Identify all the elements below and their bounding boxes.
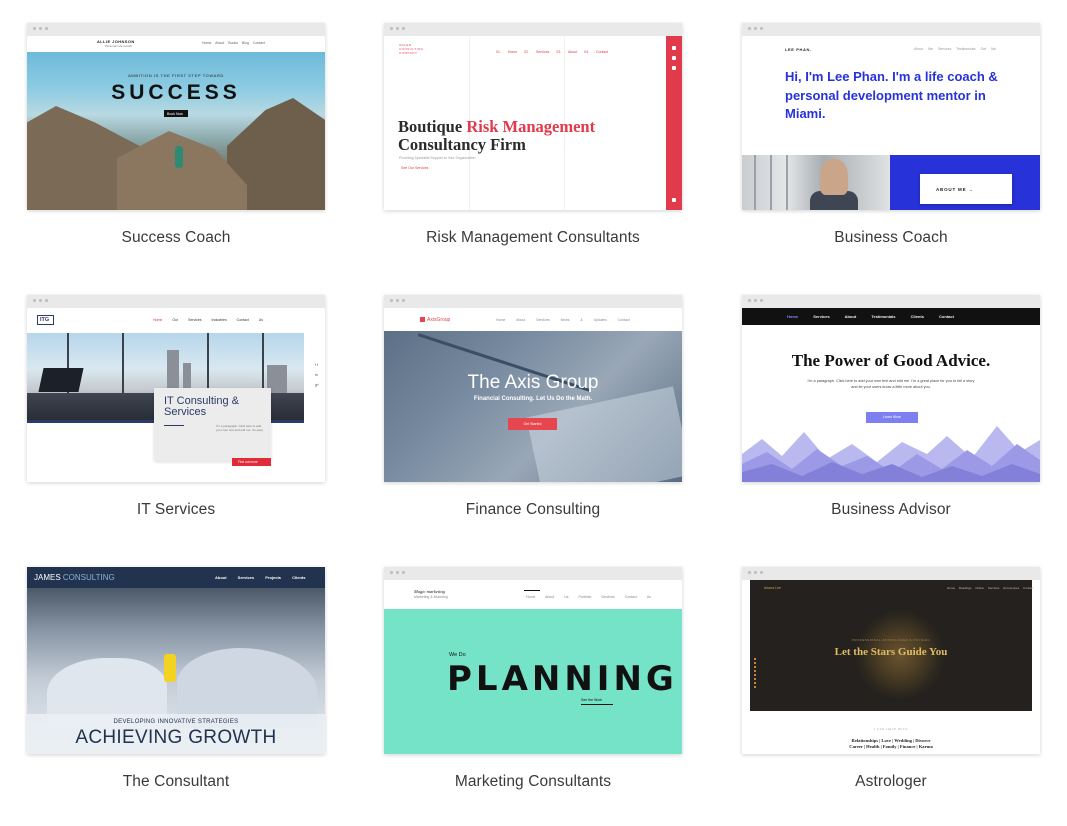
preview-nav: Home About Us Portfolio Services Contact… — [526, 595, 652, 599]
preview-tagline: DEVELOPING INNOVATIVE STRATEGIES — [113, 719, 239, 725]
preview-button: ABOUT ME → — [920, 174, 1012, 204]
template-screenshot: ITG Home Our Services Industries Contact… — [27, 308, 325, 482]
browser-chrome — [384, 295, 682, 308]
template-caption[interactable]: Marketing Consultants — [384, 773, 682, 791]
template-preview-card[interactable]: AxisGroup Home About Services News & Upd… — [384, 295, 682, 482]
template-preview-card[interactable]: ADLER CONSULTING COMPANY 01. Home 02. Se… — [384, 23, 682, 210]
twitter-icon — [672, 56, 676, 60]
template-caption[interactable]: Finance Consulting — [384, 501, 682, 519]
template-preview-card[interactable]: ITG Home Our Services Industries Contact… — [27, 295, 325, 482]
browser-chrome — [742, 567, 1040, 580]
template-screenshot: JAMES CONSULTING About Services Projects… — [27, 567, 325, 754]
preview-headline: The Axis Group — [467, 372, 599, 393]
template-preview-card[interactable]: Ariana Lee Home Readings Online Services… — [742, 567, 1040, 754]
facebook-icon — [672, 46, 676, 50]
preview-nav: 01. Home 02. Services 03. About 04. Cont… — [496, 50, 609, 54]
template-screenshot: Home Services About Testimonials Clients… — [742, 308, 1040, 482]
preview-logo: ITG — [37, 315, 54, 325]
preview-headline: Boutique Risk Management Consultancy Fir… — [398, 117, 596, 154]
browser-chrome — [384, 567, 682, 580]
template-caption[interactable]: Business Advisor — [742, 501, 1040, 519]
preview-eyebrow: AMBITION IS THE FIRST STEP TOWARD — [128, 73, 224, 78]
template-screenshot: AxisGroup Home About Services News & Upd… — [384, 308, 682, 482]
preview-nav: Home Readings Online Services Horoscopes… — [947, 586, 1034, 590]
template-caption[interactable]: IT Services — [27, 501, 325, 519]
arrow-right-icon — [581, 704, 613, 705]
preview-link: See the Work — [581, 698, 603, 702]
preview-button: Find out more — [232, 458, 271, 466]
social-sidebar — [666, 36, 682, 210]
browser-chrome — [27, 295, 325, 308]
preview-subtitle: Providing Specialist Support to Your Org… — [399, 156, 476, 160]
preview-brand: ADLER CONSULTING COMPANY — [399, 43, 424, 55]
browser-chrome — [384, 23, 682, 36]
preview-brand: JAMES CONSULTING — [34, 573, 115, 582]
template-screenshot: LEE PHAN. About Me Services Testimonials… — [742, 36, 1040, 210]
template-caption[interactable]: Astrologer — [742, 773, 1040, 791]
preview-headline: Let the Stars Guide You — [834, 646, 948, 658]
preview-nav: Home Our Services Industries Contact Us — [153, 318, 263, 322]
preview-nav: Home About Books Blog Contact — [202, 41, 265, 45]
template-screenshot: ADLER CONSULTING COMPANY 01. Home 02. Se… — [384, 36, 682, 210]
mountain-illustration — [742, 426, 1040, 482]
preview-button: Book Now — [164, 110, 188, 117]
preview-headline: Hi, I'm Lee Phan. I'm a life coach & per… — [785, 69, 998, 121]
template-preview-card[interactable]: ALLIE JOHNSON Personal Life Coach Home A… — [27, 23, 325, 210]
preview-footer-list: Relationships | Love | Wedding | Divorce… — [849, 738, 933, 749]
browser-chrome — [742, 295, 1040, 308]
preview-button: Learn More — [866, 412, 918, 423]
browser-chrome — [27, 23, 325, 36]
template-caption[interactable]: Success Coach — [27, 229, 325, 247]
preview-headline: SUCCESS — [111, 81, 241, 104]
preview-headline: PLANNING — [447, 659, 678, 699]
preview-brand: Magic marketing — [414, 589, 445, 594]
preview-brand: Ariana Lee — [764, 586, 781, 590]
preview-paragraph: I'm a paragraph. Click here to add your … — [807, 379, 975, 389]
climber-figure — [175, 146, 183, 168]
template-screenshot: Ariana Lee Home Readings Online Services… — [742, 580, 1040, 754]
template-caption[interactable]: Business Coach — [742, 229, 1040, 247]
preview-nav: Home About Services News & Updates Conta… — [496, 318, 630, 322]
preview-button: Get Started — [508, 418, 557, 430]
preview-subtitle: Financial Consulting. Let Us Do the Math… — [473, 396, 593, 402]
preview-footer-pre: I CAN HELP WITH — [873, 727, 909, 731]
template-screenshot: Magic marketing Marketing & Branding Hom… — [384, 580, 682, 754]
preview-nav: About Me Services Testimonials Get Me — [914, 47, 996, 51]
preview-pre: PROFESSIONAL ASTROLOGER & PSYCHIC — [851, 638, 931, 642]
google-plus-icon — [672, 66, 676, 70]
social-icons: f t in g+ — [315, 363, 319, 387]
template-preview-card[interactable]: Magic marketing Marketing & Branding Hom… — [384, 567, 682, 754]
preview-cta: See Our Services — [401, 166, 429, 170]
template-screenshot: ALLIE JOHNSON Personal Life Coach Home A… — [27, 36, 325, 210]
preview-headline: The Power of Good Advice. — [791, 351, 991, 370]
preview-brand-sub: Marketing & Branding — [414, 595, 448, 599]
preview-brand: LEE PHAN. — [785, 47, 812, 52]
preview-nav: About Services Projects Clients — [215, 575, 306, 580]
browser-chrome — [742, 23, 1040, 36]
preview-card: IT Consulting & Services I'm a paragraph… — [154, 388, 271, 461]
template-caption[interactable]: The Consultant — [27, 773, 325, 791]
template-gallery: ALLIE JOHNSON Personal Life Coach Home A… — [0, 0, 1067, 826]
climber-figure — [164, 654, 176, 682]
preview-logo: AxisGroup — [420, 317, 450, 323]
preview-brand-sub: Personal Life Coach — [105, 44, 133, 48]
template-preview-card[interactable]: LEE PHAN. About Me Services Testimonials… — [742, 23, 1040, 210]
preview-nav: Home Services About Testimonials Clients… — [787, 314, 954, 319]
template-preview-card[interactable]: Home Services About Testimonials Clients… — [742, 295, 1040, 482]
hero-photo — [384, 331, 682, 482]
preview-pre: We Do — [449, 652, 466, 658]
hero-dark-panel: Ariana Lee Home Readings Online Services… — [750, 580, 1034, 711]
preview-headline: ACHIEVING GROWTH — [75, 727, 277, 748]
portrait-photo — [742, 155, 890, 210]
mail-icon — [672, 198, 676, 202]
template-preview-card[interactable]: JAMES CONSULTING About Services Projects… — [27, 567, 325, 754]
template-caption[interactable]: Risk Management Consultants — [384, 229, 682, 247]
